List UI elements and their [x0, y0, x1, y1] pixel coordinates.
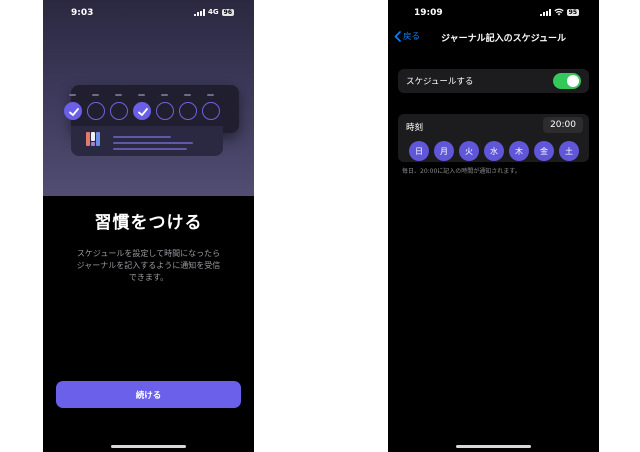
battery-icon: 96 — [221, 8, 234, 16]
check-icon — [69, 108, 79, 116]
habit-day-circle — [156, 94, 174, 120]
toggle-knob — [567, 75, 579, 87]
habit-day-dash — [92, 94, 99, 96]
journal-preview-line — [113, 136, 171, 138]
habit-day-circle — [87, 94, 105, 120]
nav-title: ジャーナル記入のスケジュール — [441, 34, 566, 44]
habit-day-dash — [115, 94, 122, 96]
habit-day-dash — [69, 94, 76, 96]
onboarding-description: スケジュールを設定して時間になったらジャーナルを記入するように通知を受信できます… — [76, 249, 221, 282]
habit-day-circle — [64, 94, 82, 120]
journal-preview-line — [113, 148, 187, 150]
weekday-chip[interactable]: 木 — [509, 141, 529, 161]
habit-day-circle — [179, 94, 197, 120]
schedule-toggle[interactable] — [553, 73, 581, 89]
habit-day-circle — [202, 94, 220, 120]
schedule-toggle-label: スケジュールする — [406, 77, 474, 87]
time-picker[interactable]: 20:00 — [543, 117, 583, 133]
time-label: 時刻 — [406, 123, 424, 133]
status-time: 19:09 — [414, 8, 443, 18]
home-indicator — [111, 445, 186, 448]
habit-day-circle — [110, 94, 128, 120]
habit-day-circle — [133, 94, 151, 120]
check-icon — [138, 108, 148, 116]
status-bar: 19:09 95 — [388, 0, 599, 26]
battery-icon: 95 — [566, 8, 579, 16]
schedule-toggle-row: スケジュールする — [398, 69, 589, 93]
onboarding-screen: 9:03 4G 96 習慣をつける スケジュールを設定して時間になったらジャーナ… — [43, 0, 254, 452]
signal-icon — [194, 8, 206, 16]
weekday-chip[interactable]: 金 — [534, 141, 554, 161]
habit-day-dash — [138, 94, 145, 96]
status-icons: 95 — [539, 8, 579, 16]
onboarding-title: 習慣をつける — [94, 213, 203, 233]
weekday-chip[interactable]: 月 — [434, 141, 454, 161]
habit-day-circles — [64, 94, 220, 120]
wifi-icon — [554, 8, 564, 16]
weekday-chip[interactable]: 火 — [459, 141, 479, 161]
weekday-chip[interactable]: 日 — [409, 141, 429, 161]
home-indicator — [456, 445, 531, 448]
habit-day-dash — [184, 94, 191, 96]
weekday-chip[interactable]: 水 — [484, 141, 504, 161]
signal-icon — [539, 8, 551, 16]
network-label: 4G — [208, 8, 219, 16]
schedule-footnote: 毎日、20:00に記入の時間が通知されます。 — [402, 168, 521, 175]
continue-button[interactable]: 続ける — [56, 381, 241, 408]
weekday-chip[interactable]: 土 — [559, 141, 579, 161]
status-icons: 4G 96 — [194, 8, 234, 16]
journal-preview-line — [113, 142, 193, 144]
habit-day-dash — [207, 94, 214, 96]
time-settings-section: 時刻 20:00 日月火水木金土 — [398, 114, 589, 162]
weekday-selector: 日月火水木金土 — [409, 141, 579, 161]
habit-day-dash — [161, 94, 168, 96]
status-bar: 9:03 4G 96 — [43, 0, 254, 26]
navigation-bar: 戻る ジャーナル記入のスケジュール — [388, 30, 599, 48]
schedule-settings-screen: 19:09 95 戻る ジャーナル記入のスケジュール スケジュールする 時刻 2… — [388, 0, 599, 452]
status-time: 9:03 — [71, 8, 94, 18]
app-logo-icon — [86, 132, 100, 146]
